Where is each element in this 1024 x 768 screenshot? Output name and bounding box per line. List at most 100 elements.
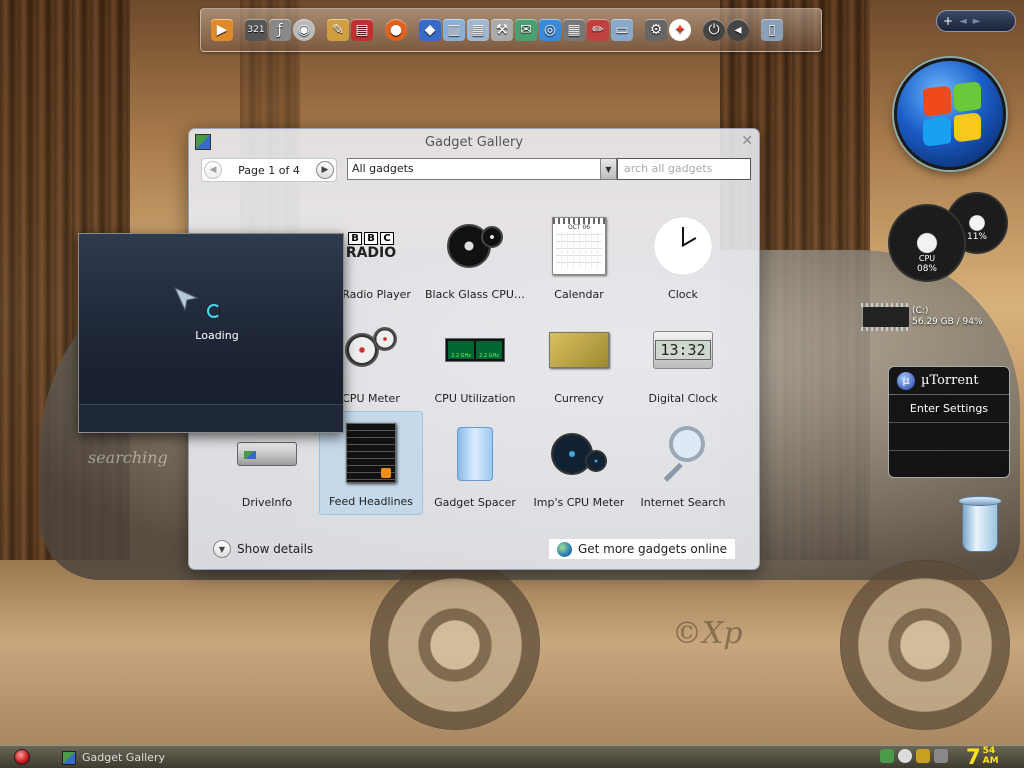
- get-more-gadgets-label: Get more gadgets online: [577, 542, 727, 556]
- show-details-label: Show details: [237, 542, 314, 556]
- clock-ampm: AM: [982, 756, 999, 766]
- add-gadget-button[interactable]: +: [943, 14, 953, 28]
- gallery-toolbar: ◀ Page 1 of 4 ▶ All gadgets ▼ arch all g…: [201, 157, 751, 183]
- display-icon[interactable]: ▭: [611, 19, 633, 41]
- start-button[interactable]: [14, 749, 30, 765]
- prev-page-button[interactable]: ◄: [959, 16, 967, 27]
- cpu-gauge-label: CPU: [918, 254, 936, 263]
- wallpaper-watermark: ©Xp: [672, 616, 743, 651]
- drive-usage: 56.29 GB / 94%: [912, 317, 983, 327]
- drive-info-icon: [237, 424, 297, 484]
- documents-icon[interactable]: ▦: [467, 19, 489, 41]
- editor-icon[interactable]: ✏: [587, 19, 609, 41]
- volume-icon[interactable]: ◂: [727, 19, 749, 41]
- chevron-down-icon[interactable]: ▼: [600, 159, 616, 179]
- utorrent-empty-row: [889, 423, 1009, 451]
- loading-text: Loading: [195, 329, 239, 342]
- pager: ◀ Page 1 of 4 ▶: [201, 158, 337, 182]
- internet-icon[interactable]: ◎: [539, 19, 561, 41]
- digital-clock-icon: 13:32: [653, 320, 713, 380]
- gadget-tile-clock[interactable]: Clock: [631, 203, 735, 307]
- security-icon[interactable]: [916, 749, 930, 763]
- utorrent-gadget: µ µTorrent Enter Settings: [888, 366, 1010, 478]
- volume-tray-icon[interactable]: [934, 749, 948, 763]
- network-icon[interactable]: [880, 749, 894, 763]
- start-orb[interactable]: [894, 58, 1006, 170]
- loading-footer: [79, 404, 343, 432]
- wallpaper-wheel: [840, 560, 1010, 730]
- explorer-icon[interactable]: ◆: [419, 19, 441, 41]
- books-icon[interactable]: ▤: [351, 19, 373, 41]
- taskbar-clock[interactable]: 7 54 AM: [966, 746, 999, 768]
- gadget-tile-currency[interactable]: Currency: [527, 307, 631, 411]
- gadget-tile-imps-cpu-meter[interactable]: Imp's CPU Meter: [527, 411, 631, 515]
- wallpaper-wheel: [370, 560, 540, 730]
- dvd-icon[interactable]: ◉: [293, 19, 315, 41]
- next-page-button[interactable]: ▶: [315, 161, 334, 179]
- calculator-icon[interactable]: ▦: [563, 19, 585, 41]
- clock-hour: 7: [966, 745, 981, 768]
- gadget-tile-gadget-spacer[interactable]: Gadget Spacer: [423, 411, 527, 515]
- gadget-tile-internet-search[interactable]: Internet Search: [631, 411, 735, 515]
- drive-chip-icon[interactable]: [861, 303, 911, 331]
- gadget-tile-black-glass-cpu[interactable]: Black Glass CPU ...: [423, 203, 527, 307]
- chat-icon[interactable]: ✉: [515, 19, 537, 41]
- 321-player-icon[interactable]: 321: [245, 19, 267, 41]
- taskbar-item-gadget-gallery[interactable]: Gadget Gallery: [58, 748, 178, 767]
- gadget-tile-digital-clock[interactable]: 13:32 Digital Clock: [631, 307, 735, 411]
- search-gadgets-input[interactable]: arch all gadgets: [617, 158, 751, 180]
- utorrent-empty-row: [889, 451, 1009, 477]
- taskbar: Gadget Gallery 7 54 AM: [0, 745, 1024, 768]
- clock-minute: 54: [982, 746, 996, 756]
- gallery-title: Gadget Gallery: [424, 134, 524, 150]
- drive-info: (C:) 56.29 GB / 94%: [912, 306, 983, 328]
- chevron-down-icon: ▼: [213, 540, 231, 558]
- gallery-footer: ▼ Show details Get more gadgets online: [189, 529, 759, 569]
- cpu-utilization-icon: 2.2 GHz 2.2 GHz: [445, 320, 505, 380]
- windows-icon[interactable]: ✦: [669, 19, 691, 41]
- tools-icon[interactable]: ⚒: [491, 19, 513, 41]
- recycle-bin-icon[interactable]: [958, 494, 1002, 552]
- close-icon[interactable]: ✕: [741, 133, 753, 149]
- globe-icon: [556, 541, 572, 557]
- previous-page-button[interactable]: ◀: [204, 161, 222, 179]
- show-details-toggle[interactable]: ▼ Show details: [213, 540, 313, 558]
- next-page-button[interactable]: ►: [973, 16, 981, 27]
- bbc-radio-icon: B B C RADIO: [345, 231, 397, 261]
- firefox-icon[interactable]: ●: [385, 19, 407, 41]
- cpu-gauge-value: 08%: [916, 264, 937, 274]
- settings-icon[interactable]: ⚙: [645, 19, 667, 41]
- clock-icon: [653, 216, 713, 276]
- notes-icon[interactable]: ▥: [443, 19, 465, 41]
- get-more-gadgets-link[interactable]: Get more gadgets online: [548, 539, 735, 559]
- safely-remove-icon[interactable]: [898, 749, 912, 763]
- windows-logo-icon: [923, 80, 981, 148]
- utorrent-title: µTorrent: [921, 373, 979, 388]
- gadget-tile-calendar[interactable]: OCT 06 Calendar: [527, 203, 631, 307]
- category-filter-select[interactable]: All gadgets ▼: [347, 158, 617, 180]
- utorrent-settings-button[interactable]: Enter Settings: [889, 395, 1009, 423]
- utorrent-header: µ µTorrent: [889, 367, 1009, 395]
- gallery-app-icon: [195, 134, 211, 150]
- feed-headlines-icon: [341, 423, 401, 483]
- category-filter-value: All gadgets: [352, 162, 414, 175]
- loading-overlay: Loading: [78, 233, 344, 433]
- drive-name: (C:): [912, 306, 929, 316]
- utorrent-logo-icon: µ: [897, 371, 915, 390]
- imps-cpu-meter-icon: [549, 424, 609, 484]
- media-player-icon[interactable]: ▶: [211, 19, 233, 41]
- cpu-gauge[interactable]: CPU 08%: [888, 204, 966, 282]
- gadget-tile-cpu-utilization[interactable]: 2.2 GHz 2.2 GHz CPU Utilization: [423, 307, 527, 411]
- recycle-bin-icon[interactable]: ▯: [761, 19, 783, 41]
- taskbar-item-label: Gadget Gallery: [82, 751, 165, 764]
- flash-icon[interactable]: ƒ: [269, 19, 291, 41]
- paint-icon[interactable]: ✎: [327, 19, 349, 41]
- sidebar-controls: + ◄ ►: [936, 10, 1016, 32]
- gallery-titlebar: Gadget Gallery ✕: [189, 129, 759, 155]
- gadget-spacer-icon: [445, 424, 505, 484]
- loading-spinner-icon: [207, 304, 221, 318]
- currency-icon: [549, 320, 609, 380]
- gadget-gallery-icon: [62, 750, 76, 765]
- power-icon[interactable]: ⏻: [703, 19, 725, 41]
- page-indicator: Page 1 of 4: [238, 163, 300, 177]
